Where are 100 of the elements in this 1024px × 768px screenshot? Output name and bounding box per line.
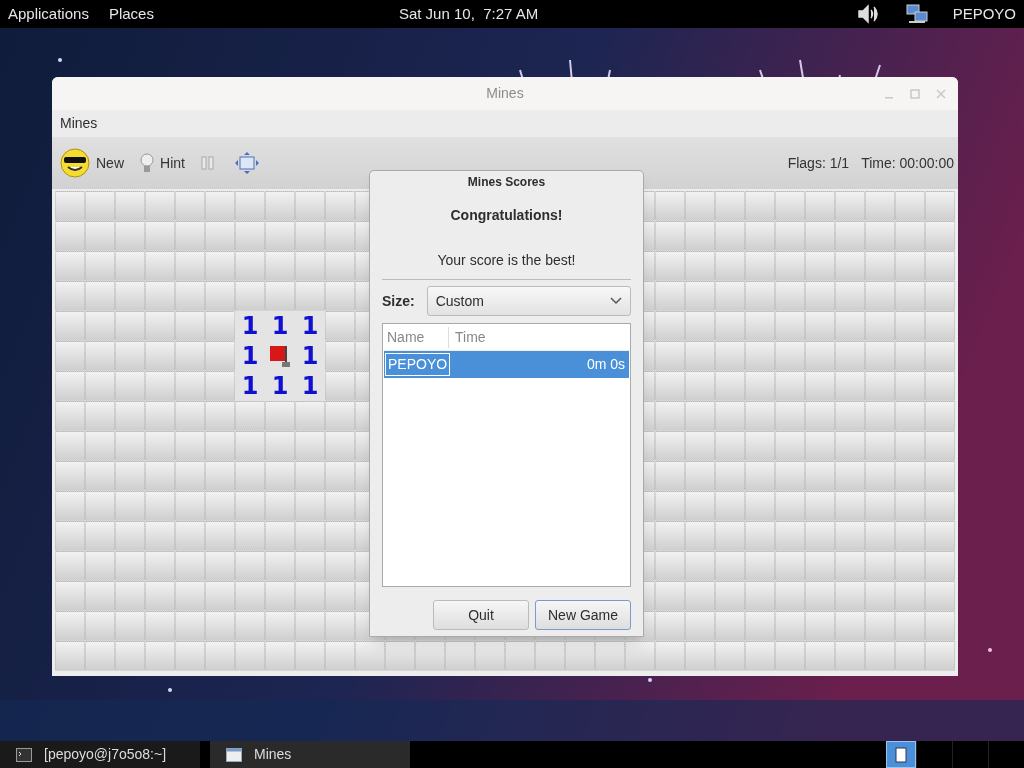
hidden-tile[interactable] (325, 191, 355, 221)
hidden-tile[interactable] (175, 491, 205, 521)
hidden-tile[interactable] (715, 191, 745, 221)
hidden-tile[interactable] (85, 521, 115, 551)
hidden-tile[interactable] (175, 311, 205, 341)
hidden-tile[interactable] (835, 221, 865, 251)
hidden-tile[interactable] (205, 491, 235, 521)
hidden-tile[interactable] (895, 611, 925, 641)
hidden-tile[interactable] (325, 581, 355, 611)
hidden-tile[interactable] (655, 371, 685, 401)
hidden-tile[interactable] (685, 371, 715, 401)
hidden-tile[interactable] (295, 281, 325, 311)
hidden-tile[interactable] (505, 641, 535, 671)
hidden-tile[interactable] (265, 431, 295, 461)
hidden-tile[interactable] (775, 491, 805, 521)
hidden-tile[interactable] (805, 551, 835, 581)
hidden-tile[interactable] (895, 551, 925, 581)
network-icon[interactable] (904, 3, 929, 25)
hidden-tile[interactable] (715, 371, 745, 401)
hidden-tile[interactable] (865, 551, 895, 581)
hidden-tile[interactable] (805, 401, 835, 431)
hidden-tile[interactable] (685, 221, 715, 251)
hidden-tile[interactable] (925, 641, 955, 671)
hidden-tile[interactable] (235, 401, 265, 431)
hidden-tile[interactable] (745, 401, 775, 431)
hidden-tile[interactable] (325, 281, 355, 311)
hidden-tile[interactable] (745, 371, 775, 401)
hidden-tile[interactable] (235, 281, 265, 311)
hidden-tile[interactable] (835, 461, 865, 491)
clock[interactable]: Sat Jun 10, 7:27 AM (398, 2, 539, 26)
hidden-tile[interactable] (655, 431, 685, 461)
hidden-tile[interactable] (265, 491, 295, 521)
hidden-tile[interactable] (745, 491, 775, 521)
hidden-tile[interactable] (145, 401, 175, 431)
hidden-tile[interactable] (205, 191, 235, 221)
hidden-tile[interactable] (325, 551, 355, 581)
hidden-tile[interactable] (865, 341, 895, 371)
hidden-tile[interactable] (235, 191, 265, 221)
hidden-tile[interactable] (655, 221, 685, 251)
hidden-tile[interactable] (715, 281, 745, 311)
hidden-tile[interactable] (85, 611, 115, 641)
hidden-tile[interactable] (115, 431, 145, 461)
hidden-tile[interactable] (145, 461, 175, 491)
hidden-tile[interactable] (55, 491, 85, 521)
hidden-tile[interactable] (745, 221, 775, 251)
hidden-tile[interactable] (325, 371, 355, 401)
hidden-tile[interactable] (85, 401, 115, 431)
hidden-tile[interactable] (85, 311, 115, 341)
hidden-tile[interactable] (115, 521, 145, 551)
hidden-tile[interactable] (235, 551, 265, 581)
hidden-tile[interactable] (265, 251, 295, 281)
hidden-tile[interactable] (565, 641, 595, 671)
hidden-tile[interactable] (265, 191, 295, 221)
hidden-tile[interactable] (805, 191, 835, 221)
hidden-tile[interactable] (835, 521, 865, 551)
dialog-button[interactable]: New Game (535, 600, 631, 630)
hidden-tile[interactable] (55, 371, 85, 401)
hidden-tile[interactable] (85, 641, 115, 671)
hidden-tile[interactable] (265, 521, 295, 551)
hidden-tile[interactable] (55, 311, 85, 341)
hidden-tile[interactable] (55, 581, 85, 611)
hidden-tile[interactable] (865, 251, 895, 281)
hidden-tile[interactable] (715, 401, 745, 431)
hidden-tile[interactable] (895, 641, 925, 671)
hidden-tile[interactable] (835, 581, 865, 611)
hidden-tile[interactable] (205, 431, 235, 461)
hidden-tile[interactable] (715, 581, 745, 611)
hidden-tile[interactable] (805, 641, 835, 671)
hidden-tile[interactable] (115, 191, 145, 221)
hidden-tile[interactable] (745, 251, 775, 281)
hidden-tile[interactable] (895, 371, 925, 401)
hidden-tile[interactable] (265, 221, 295, 251)
hidden-tile[interactable] (325, 341, 355, 371)
hidden-tile[interactable] (175, 581, 205, 611)
hidden-tile[interactable] (175, 221, 205, 251)
hidden-tile[interactable] (325, 461, 355, 491)
hidden-tile[interactable] (85, 281, 115, 311)
hidden-tile[interactable] (175, 431, 205, 461)
hidden-tile[interactable] (685, 641, 715, 671)
hidden-tile[interactable] (775, 551, 805, 581)
hidden-tile[interactable] (655, 311, 685, 341)
hidden-tile[interactable] (175, 641, 205, 671)
hidden-tile[interactable] (265, 461, 295, 491)
hidden-tile[interactable] (295, 491, 325, 521)
hidden-tile[interactable] (655, 491, 685, 521)
panel-menu[interactable]: Places (108, 2, 154, 26)
hidden-tile[interactable] (685, 251, 715, 281)
hidden-tile[interactable] (145, 371, 175, 401)
hidden-tile[interactable] (715, 641, 745, 671)
hidden-tile[interactable] (835, 191, 865, 221)
hidden-tile[interactable] (805, 461, 835, 491)
hidden-tile[interactable] (805, 491, 835, 521)
hidden-tile[interactable] (115, 551, 145, 581)
hidden-tile[interactable] (205, 341, 235, 371)
hidden-tile[interactable] (145, 521, 175, 551)
hidden-tile[interactable] (715, 311, 745, 341)
hidden-tile[interactable] (115, 371, 145, 401)
hidden-tile[interactable] (775, 281, 805, 311)
hidden-tile[interactable] (745, 611, 775, 641)
hidden-tile[interactable] (55, 221, 85, 251)
